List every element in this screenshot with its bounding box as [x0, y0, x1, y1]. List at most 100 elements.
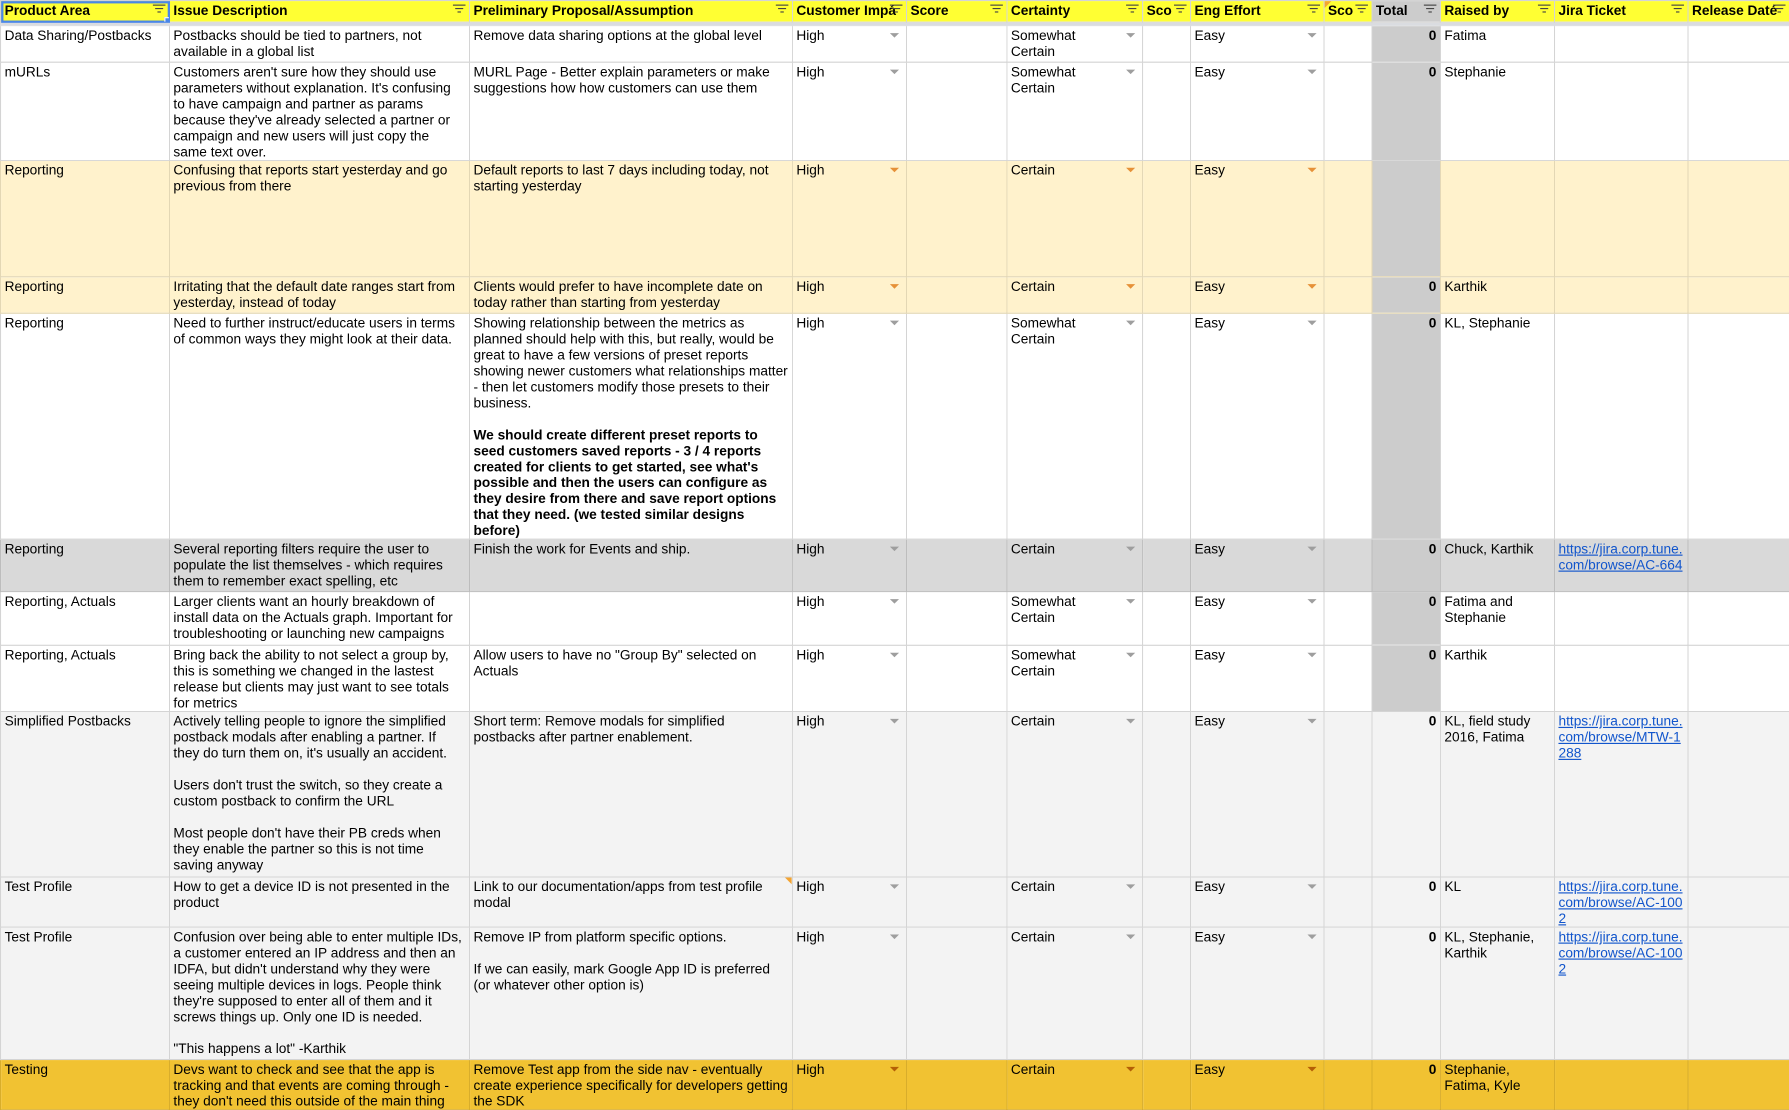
filter-icon[interactable]	[1173, 4, 1187, 16]
cell-certainty[interactable]: Certain	[1006, 876, 1144, 928]
cell-release-date[interactable]	[1687, 312, 1789, 540]
cell-issue-description[interactable]: How to get a device ID is not presented …	[168, 876, 471, 928]
cell-customer-impact[interactable]: High	[791, 276, 908, 314]
dropdown-arrow-icon[interactable]	[1307, 599, 1317, 604]
dropdown-arrow-icon[interactable]	[1307, 167, 1317, 173]
cell-product-area[interactable]: Reporting	[0, 538, 170, 593]
comment-indicator-icon[interactable]	[784, 878, 792, 885]
cell-issue-description[interactable]: Actively telling people to ignore the si…	[168, 710, 471, 878]
cell-total[interactable]: 0	[1371, 876, 1441, 928]
dropdown-arrow-icon[interactable]	[1126, 320, 1136, 326]
filter-icon[interactable]	[1126, 4, 1139, 16]
cell-jira-ticket[interactable]: https://jira.corp.tune.com/browse/AC-100…	[1553, 926, 1689, 1061]
cell-certainty[interactable]: Somewhat Certain	[1006, 644, 1144, 713]
dropdown-arrow-icon[interactable]	[1307, 33, 1317, 38]
filter-icon[interactable]	[452, 4, 466, 16]
cell-jira-ticket[interactable]	[1553, 159, 1689, 278]
cell-customer-impact[interactable]: High	[791, 710, 908, 878]
cell-jira-ticket[interactable]: https://jira.corp.tune.com/browse/MTW-12…	[1553, 710, 1689, 878]
dropdown-arrow-icon[interactable]	[1126, 33, 1136, 38]
cell-score-effort[interactable]	[1323, 538, 1373, 593]
cell-score-certainty[interactable]	[1142, 926, 1192, 1061]
column-header-score-effort[interactable]: Sco	[1323, 0, 1373, 23]
cell-customer-impact[interactable]: High	[791, 1058, 908, 1110]
dropdown-arrow-icon[interactable]	[889, 934, 900, 940]
filter-icon[interactable]	[1423, 4, 1437, 16]
cell-certainty[interactable]: Somewhat Certain	[1006, 25, 1144, 63]
cell-raised-by[interactable]: Stephanie	[1439, 61, 1556, 161]
cell-issue-description[interactable]: Larger clients want an hourly breakdown …	[168, 591, 471, 646]
cell-score-effort[interactable]	[1323, 25, 1373, 63]
cell-score-impact[interactable]	[905, 710, 1008, 878]
jira-ticket-link[interactable]: https://jira.corp.tune.com/browse/AC-664	[1558, 541, 1682, 573]
cell-release-date[interactable]	[1687, 710, 1789, 878]
cell-total[interactable]: 0	[1371, 1058, 1441, 1110]
dropdown-arrow-icon[interactable]	[1126, 284, 1136, 289]
cell-total[interactable]: 0	[1371, 644, 1441, 713]
cell-jira-ticket[interactable]	[1553, 312, 1689, 540]
cell-raised-by[interactable]: KL, Stephanie, Karthik	[1439, 926, 1556, 1061]
dropdown-arrow-icon[interactable]	[889, 284, 900, 289]
cell-score-effort[interactable]	[1323, 61, 1373, 161]
cell-raised-by[interactable]: Stephanie, Fatima, Kyle	[1439, 1058, 1556, 1110]
cell-release-date[interactable]	[1687, 61, 1789, 161]
cell-score-certainty[interactable]	[1142, 876, 1192, 928]
dropdown-arrow-icon[interactable]	[889, 33, 900, 38]
cell-jira-ticket[interactable]	[1553, 1058, 1689, 1110]
cell-score-effort[interactable]	[1323, 159, 1373, 278]
cell-proposal[interactable]: Showing relationship between the metrics…	[468, 312, 793, 540]
filter-icon[interactable]	[1671, 4, 1684, 16]
cell-score-impact[interactable]	[905, 312, 1008, 540]
cell-eng-effort[interactable]: Easy	[1189, 276, 1325, 314]
cell-customer-impact[interactable]: High	[791, 926, 908, 1061]
cell-proposal[interactable]: Default reports to last 7 days including…	[468, 159, 793, 278]
cell-issue-description[interactable]: Need to further instruct/educate users i…	[168, 312, 471, 540]
cell-score-certainty[interactable]	[1142, 159, 1192, 278]
cell-certainty[interactable]: Somewhat Certain	[1006, 61, 1144, 161]
cell-score-effort[interactable]	[1323, 644, 1373, 713]
column-header-score-impact[interactable]: Score	[905, 0, 1008, 23]
cell-total[interactable]: 0	[1371, 276, 1441, 314]
cell-score-impact[interactable]	[905, 25, 1008, 63]
column-header-jira-ticket[interactable]: Jira Ticket	[1553, 0, 1689, 23]
cell-product-area[interactable]: Reporting	[0, 159, 170, 278]
cell-proposal[interactable]: Allow users to have no "Group By" select…	[468, 644, 793, 713]
dropdown-arrow-icon[interactable]	[1307, 1066, 1317, 1072]
cell-eng-effort[interactable]: Easy	[1189, 926, 1325, 1061]
cell-score-impact[interactable]	[905, 1058, 1008, 1110]
comment-indicator-icon[interactable]	[1325, 1, 1332, 8]
cell-release-date[interactable]	[1687, 538, 1789, 593]
column-header-eng-effort[interactable]: Eng Effort	[1189, 0, 1325, 23]
cell-score-impact[interactable]	[905, 538, 1008, 593]
cell-eng-effort[interactable]: Easy	[1189, 538, 1325, 593]
cell-issue-description[interactable]: Customers aren't sure how they should us…	[168, 61, 471, 161]
cell-release-date[interactable]	[1687, 591, 1789, 646]
cell-product-area[interactable]: Testing	[0, 1058, 170, 1110]
cell-issue-description[interactable]: Several reporting filters require the us…	[168, 538, 471, 593]
cell-raised-by[interactable]: Karthik	[1439, 644, 1556, 713]
cell-product-area[interactable]: mURLs	[0, 61, 170, 161]
cell-total[interactable]	[1371, 159, 1441, 278]
cell-score-certainty[interactable]	[1142, 276, 1192, 314]
dropdown-arrow-icon[interactable]	[1307, 718, 1317, 724]
dropdown-arrow-icon[interactable]	[1307, 284, 1317, 289]
filter-icon[interactable]	[1355, 4, 1368, 16]
cell-score-effort[interactable]	[1323, 312, 1373, 540]
cell-jira-ticket[interactable]: https://jira.corp.tune.com/browse/AC-100…	[1553, 876, 1689, 928]
cell-issue-description[interactable]: Bring back the ability to not select a g…	[168, 644, 471, 713]
filter-icon[interactable]	[1772, 4, 1786, 16]
cell-raised-by[interactable]: Fatima	[1439, 25, 1556, 63]
cell-total[interactable]: 0	[1371, 591, 1441, 646]
cell-customer-impact[interactable]: High	[791, 876, 908, 928]
cell-product-area[interactable]: Test Profile	[0, 876, 170, 928]
cell-product-area[interactable]: Test Profile	[0, 926, 170, 1061]
cell-jira-ticket[interactable]	[1553, 591, 1689, 646]
cell-certainty[interactable]: Certain	[1006, 710, 1144, 878]
dropdown-arrow-icon[interactable]	[1126, 934, 1136, 940]
dropdown-arrow-icon[interactable]	[1126, 884, 1136, 889]
cell-score-impact[interactable]	[905, 159, 1008, 278]
dropdown-arrow-icon[interactable]	[1126, 69, 1136, 75]
cell-eng-effort[interactable]: Easy	[1189, 159, 1325, 278]
cell-raised-by[interactable]: KL	[1439, 876, 1556, 928]
cell-jira-ticket[interactable]: https://jira.corp.tune.com/browse/AC-664	[1553, 538, 1689, 593]
